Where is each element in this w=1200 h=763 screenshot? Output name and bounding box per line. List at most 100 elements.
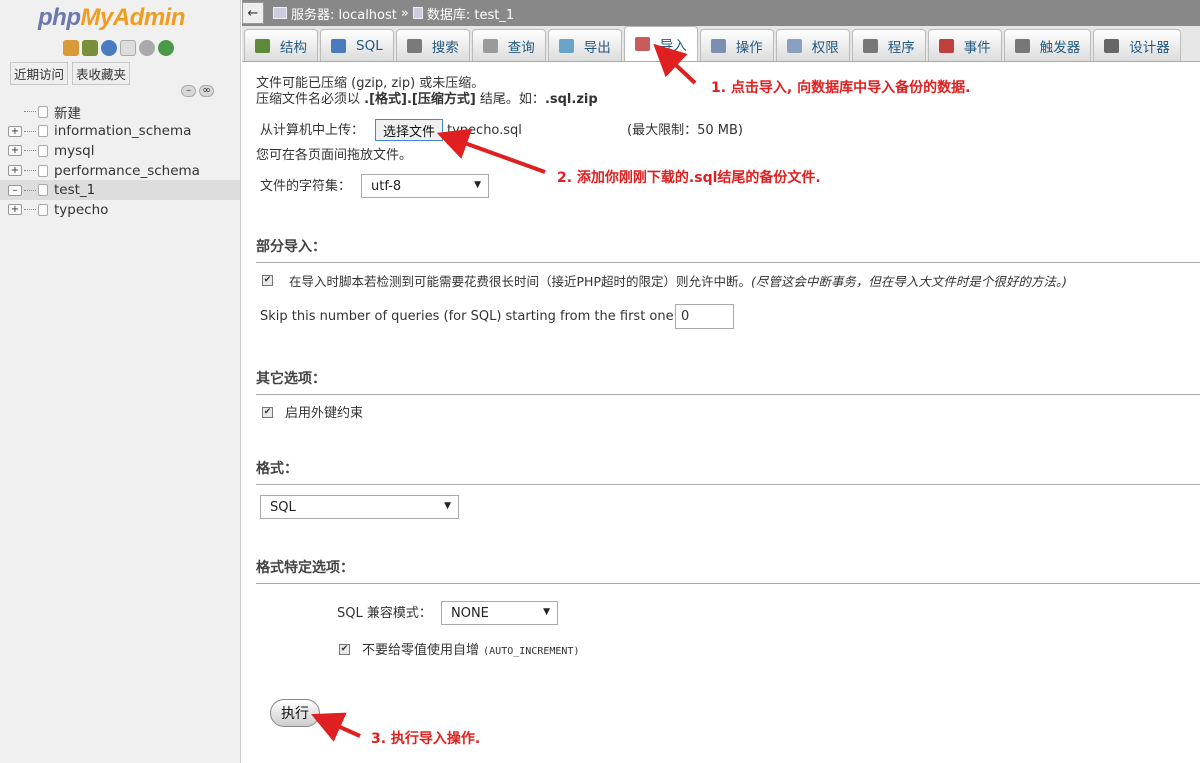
tree-item-new[interactable]: +新建 [0,102,240,122]
reload-icon[interactable] [158,40,174,56]
tree-label: typecho [54,201,109,218]
skip-queries-label: Skip this number of queries (for SQL) st… [260,309,678,324]
selected-file-name: typecho.sql [447,123,522,138]
tree-label: mysql [54,142,95,159]
annotation-2: 2. 添加你刚刚下载的.sql结尾的备份文件. [557,170,821,186]
breadcrumb-bar: ← 服务器: localhost » 数据库: test_1 [242,0,1200,26]
database-tree: +新建 +information_schema + mysql +performa… [0,102,240,220]
import-icon [634,37,650,51]
tab-label: 结构 [280,39,307,56]
database-icon [38,144,48,157]
back-arrow-icon[interactable]: ← [242,2,264,24]
clock-icon [938,38,954,53]
tab-sql[interactable]: SQL [320,29,394,61]
tab-label: 操作 [735,39,763,56]
database-icon [38,164,48,177]
tree-line [24,170,36,172]
tab-label: 设计器 [1129,39,1170,56]
allow-interrupt-checkbox[interactable]: ✔ [262,275,273,286]
tab-routines[interactable]: 程序 [851,29,926,61]
annotation-3: 3. 执行导入操作. [371,731,481,747]
recent-tab[interactable]: 近期访问 [10,62,69,85]
skip-queries-input[interactable]: 0 [675,304,734,329]
upload-label: 从计算机中上传： [260,123,365,138]
tab-query[interactable]: 查询 [471,29,546,61]
other-options-heading: 其它选项： [256,368,1200,395]
no-auto-value-label: 不要给零值使用自增 (AUTO_INCREMENT) [362,643,579,660]
logout-icon[interactable] [82,40,98,56]
tab-label: 搜索 [431,39,459,56]
expand-icon[interactable]: + [8,204,22,216]
tab-label: 触发器 [1039,39,1081,56]
tree-line [24,209,36,211]
no-auto-value-checkbox[interactable]: ✔ [339,644,350,655]
phpmyadmin-logo[interactable]: phpMyAdmin [38,4,185,32]
drag-drop-hint: 您可在各页面间拖放文件。 [256,148,413,163]
collapse-icon[interactable]: – [8,184,22,196]
format-select[interactable]: SQL ▼ [260,495,459,519]
settings-gear-icon[interactable] [139,40,155,56]
docs-icon[interactable] [120,40,136,56]
tree-item-test-1[interactable]: – test_1 [0,180,240,200]
tree-item-typecho[interactable]: + typecho [0,200,240,220]
annotation-1: 1. 点击导入, 向数据库中导入备份的数据. [711,80,971,96]
tab-designer[interactable]: 设计器 [1093,29,1181,61]
help-icon[interactable] [101,40,117,56]
export-icon [558,38,574,53]
expand-icon[interactable]: + [8,125,22,137]
server-icon [273,7,287,19]
collapse-all-icon[interactable]: – [181,85,196,97]
main-menu-tabs: 结构 SQL 搜索 查询 导出 导入 操作 权限 程序 事件 触发器 设计器 [242,26,1200,62]
database-icon [412,7,423,19]
new-db-icon [38,105,48,118]
tree-item-information-schema[interactable]: + information_schema [0,122,240,142]
partial-import-heading: 部分导入： [256,236,1200,263]
tab-import[interactable]: 导入 [623,26,698,61]
allow-interrupt-note: (尽管这会中断事务，但在导入大文件时是个很好的方法。) [750,274,1067,289]
tree-line [24,189,36,191]
wrench-icon [710,38,726,53]
search-icon [406,38,422,53]
navigation-panel: phpMyAdmin 近期访问 表收藏夹 – ∞ +新建 +informatio… [0,0,241,763]
breadcrumb-server[interactable]: 服务器: localhost [291,4,397,23]
no-auto-value-code: (AUTO_INCREMENT) [483,646,580,657]
tab-search[interactable]: 搜索 [395,29,470,61]
chevron-down-icon: ▼ [444,501,451,511]
tab-structure[interactable]: 结构 [244,29,318,61]
routines-icon [862,38,878,53]
tab-wrench[interactable]: 操作 [699,29,774,61]
charset-select[interactable]: utf-8 ▼ [361,174,489,198]
format-value: SQL [270,499,296,515]
logo-php-text: php [38,4,81,31]
expand-icon[interactable]: + [8,145,22,157]
sql-compat-select[interactable]: NONE ▼ [441,601,558,625]
choose-file-button[interactable]: 选择文件 [375,119,443,141]
favorites-tab[interactable]: 表收藏夹 [72,62,131,85]
expand-icon[interactable]: + [8,165,22,177]
tree-item-mysql[interactable]: + mysql [0,141,240,161]
breadcrumb-database[interactable]: 数据库: test_1 [427,4,514,23]
format-heading: 格式： [256,458,1200,485]
database-icon [38,203,48,216]
query-icon [482,38,498,53]
tree-label: test_1 [54,182,96,199]
note-format: .[格式].[压缩方式] [364,92,476,107]
compression-note-line2: 压缩文件名必须以 .[格式].[压缩方式] 结尾。如：.sql.zip [256,92,598,108]
foreign-key-checks-checkbox[interactable]: ✔ [262,407,273,418]
recent-favorites-tabs: 近期访问 表收藏夹 [10,62,131,85]
tab-clock[interactable]: 事件 [927,29,1002,61]
tab-label: 导入 [659,38,687,54]
breadcrumb: 服务器: localhost » 数据库: test_1 [273,4,514,23]
go-button[interactable]: 执行 [270,699,320,727]
tab-triggers[interactable]: 触发器 [1003,29,1092,61]
sql-compat-label: SQL 兼容模式： [337,606,432,621]
note-text: 结尾。如： [475,92,545,107]
charset-label: 文件的字符集： [260,179,352,194]
format-specific-heading: 格式特定选项： [256,557,1200,584]
tab-export[interactable]: 导出 [547,29,622,61]
tree-item-performance-schema[interactable]: + performance_schema [0,161,240,181]
home-icon[interactable] [63,40,79,56]
logo-admin-text: MyAdmin [80,4,185,31]
tab-privileges[interactable]: 权限 [775,29,850,61]
link-with-main-icon[interactable]: ∞ [199,85,214,97]
